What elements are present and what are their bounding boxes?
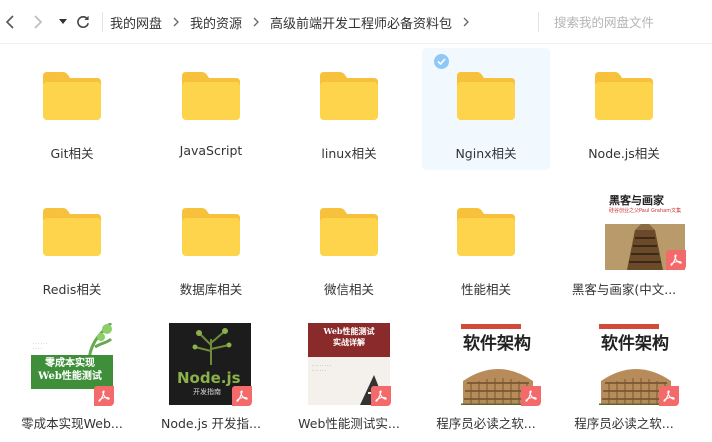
- cover-title: Node.js: [177, 369, 241, 387]
- file-name-label: Web性能测试实...: [298, 416, 400, 431]
- folder-icon: [182, 72, 240, 120]
- back-button[interactable]: [2, 12, 18, 32]
- breadcrumb-separator-icon: [253, 17, 259, 27]
- file-name-label: 数据库相关: [179, 282, 243, 297]
- chevron-left-icon: [5, 15, 14, 29]
- folder-item[interactable]: Redis相关: [8, 184, 136, 306]
- cover-subtitle: 硅谷创业之父Paul Graham文集: [609, 208, 682, 214]
- refresh-button[interactable]: [74, 12, 92, 32]
- folder-item[interactable]: linux相关: [285, 48, 413, 170]
- file-name-label: JavaScript: [179, 143, 243, 158]
- pdf-file-item[interactable]: Node.js 开发指南 Node.js 开发指...: [147, 318, 275, 440]
- pdf-file-item[interactable]: 软件架构 ·· · ·· 程序员必读之软...: [560, 318, 688, 440]
- folder-item[interactable]: JavaScript: [147, 48, 275, 170]
- search-divider: [538, 12, 539, 32]
- pdf-file-badge-icon: [232, 386, 252, 406]
- folder-icon: [320, 72, 378, 120]
- cover-subtitle: 开发指南: [193, 388, 221, 396]
- forward-button[interactable]: [30, 12, 46, 32]
- file-name-label: linux相关: [321, 146, 377, 161]
- breadcrumb-separator-icon: [173, 17, 179, 27]
- file-name-label: 程序员必读之软...: [574, 416, 674, 431]
- folder-item[interactable]: 微信相关: [285, 184, 413, 306]
- file-name-label: 黑客与画家(中文...: [571, 282, 677, 297]
- folder-item[interactable]: Node.js相关: [560, 48, 688, 170]
- folder-item[interactable]: Nginx相关: [422, 48, 550, 170]
- folder-item[interactable]: 性能相关: [422, 184, 550, 306]
- folder-icon: [43, 208, 101, 256]
- folder-item[interactable]: Git相关: [8, 48, 136, 170]
- folder-icon: [182, 208, 240, 256]
- pdf-file-item[interactable]: 软件架构 ·· · ·· 程序员必读之软...: [422, 318, 550, 440]
- search-input[interactable]: [554, 12, 704, 32]
- file-name-label: 程序员必读之软...: [436, 416, 536, 431]
- caret-down-icon: [59, 19, 67, 24]
- folder-icon: [320, 208, 378, 256]
- file-name-label: 零成本实现Web...: [21, 416, 123, 431]
- pdf-file-badge-icon: [659, 386, 679, 406]
- file-name-label: 微信相关: [323, 282, 374, 297]
- breadcrumb-separator-icon: [463, 17, 469, 27]
- pdf-file-badge-icon: [521, 386, 541, 406]
- folder-icon: [43, 72, 101, 120]
- refresh-icon: [77, 15, 89, 28]
- pdf-file-badge-icon: [371, 386, 391, 406]
- toolbar-divider: [102, 12, 103, 32]
- history-dropdown[interactable]: [56, 12, 70, 32]
- breadcrumb-item[interactable]: 高级前端开发工程师必备资料包: [270, 13, 452, 32]
- file-name-label: Redis相关: [42, 282, 102, 297]
- folder-icon: [457, 208, 515, 256]
- file-name-label: Node.js相关: [588, 146, 660, 161]
- cover-title: 零成本实现 Web性能测试: [38, 358, 102, 382]
- cover-title: Web性能测试 实战详解: [323, 326, 375, 347]
- pdf-file-item[interactable]: Web性能测试 实战详解 · · · · · · · · · · · · · · …: [285, 318, 413, 440]
- breadcrumb-item[interactable]: 我的资源: [190, 13, 242, 32]
- pdf-file-badge-icon: [666, 250, 686, 270]
- breadcrumb-item[interactable]: 我的网盘: [110, 13, 162, 32]
- file-name-label: Git相关: [50, 146, 94, 161]
- file-name-label: Nginx相关: [455, 146, 517, 161]
- folder-icon: [457, 72, 515, 120]
- folder-icon: [595, 72, 653, 120]
- checkmark-icon[interactable]: [434, 54, 449, 69]
- pdf-file-badge-icon: [94, 386, 114, 406]
- folder-item[interactable]: 数据库相关: [147, 184, 275, 306]
- cover-title: 黑客与画家: [609, 194, 664, 207]
- chevron-right-icon: [34, 15, 43, 29]
- toolbar: 我的网盘 我的资源 高级前端开发工程师必备资料包: [0, 0, 712, 44]
- file-name-label: Node.js 开发指...: [161, 416, 261, 431]
- pdf-file-item[interactable]: 黑客与画家 硅谷创业之父Paul Graham文集 黑客与画家(中文...: [560, 184, 688, 306]
- pdf-file-item[interactable]: · · · · · · · · · · 零成本实现 Web性能测试 零成本实现We…: [8, 318, 136, 440]
- breadcrumb: 我的网盘 我的资源 高级前端开发工程师必备资料包: [110, 0, 480, 44]
- file-name-label: 性能相关: [460, 282, 511, 297]
